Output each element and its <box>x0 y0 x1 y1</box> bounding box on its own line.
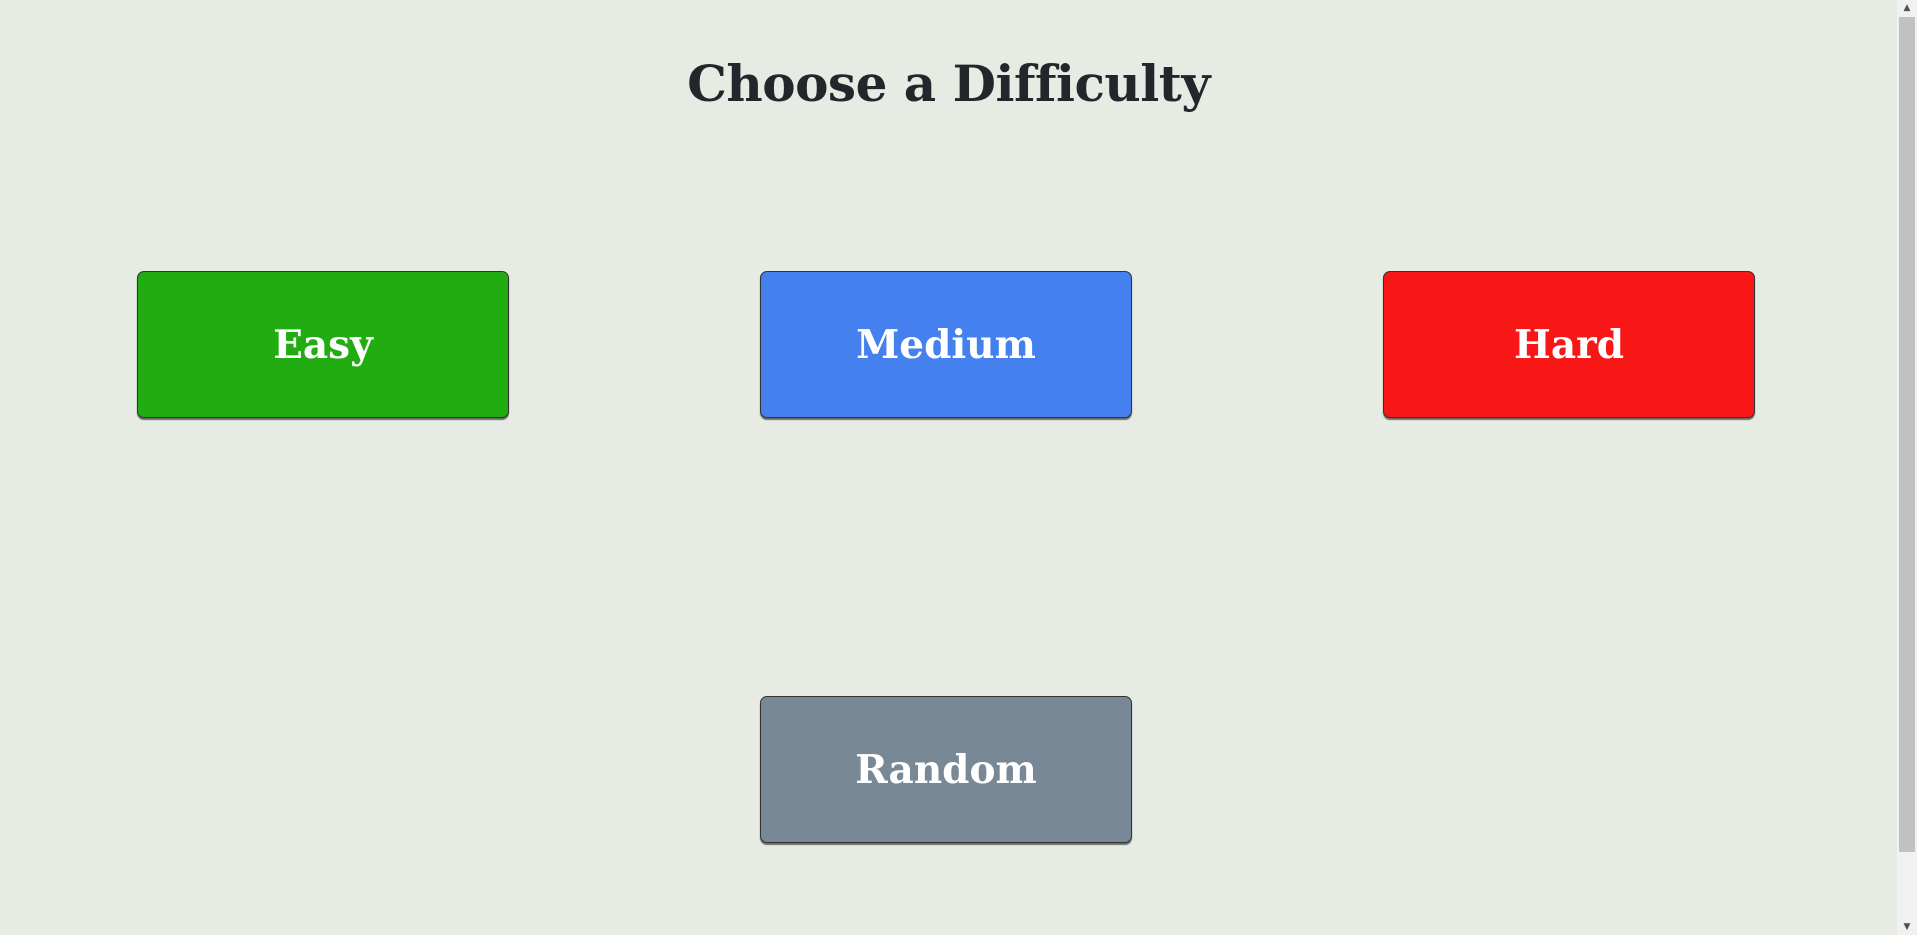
medium-button[interactable]: Medium <box>760 271 1132 418</box>
hard-button[interactable]: Hard <box>1383 271 1755 418</box>
difficulty-page: Choose a Difficulty Easy Medium Hard Ran… <box>0 0 1897 935</box>
vertical-scrollbar[interactable]: ▲ ▼ <box>1897 0 1917 935</box>
scroll-up-arrow-icon[interactable]: ▲ <box>1897 0 1917 16</box>
page-title: Choose a Difficulty <box>687 54 1210 113</box>
random-button[interactable]: Random <box>760 696 1132 843</box>
scroll-down-arrow-icon[interactable]: ▼ <box>1897 919 1917 935</box>
scrollbar-thumb[interactable] <box>1899 17 1915 852</box>
easy-button[interactable]: Easy <box>137 271 509 418</box>
